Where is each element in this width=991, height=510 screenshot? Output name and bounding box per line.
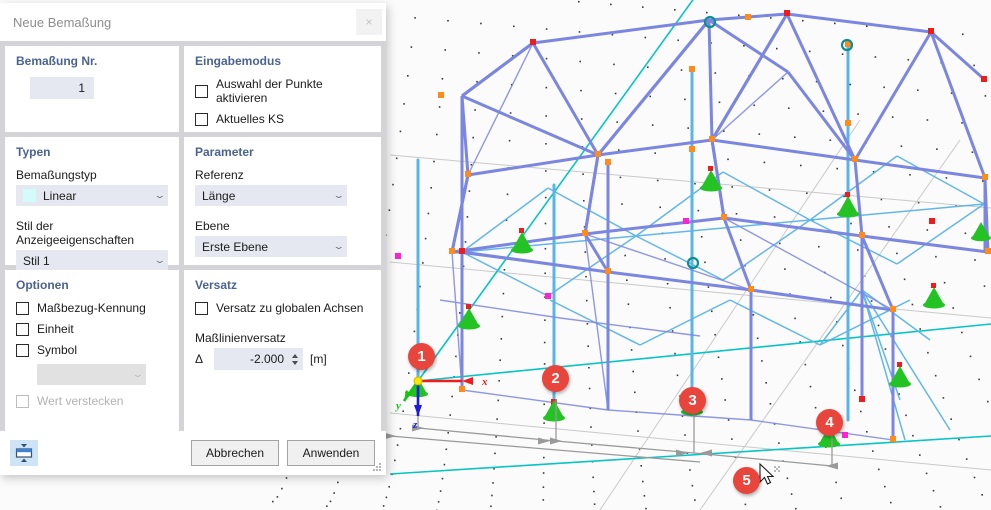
main-members <box>450 12 990 440</box>
resize-grip[interactable] <box>373 463 383 473</box>
style-value: Stil 1 <box>23 253 50 268</box>
chevron-down-icon: ⌄ <box>153 191 166 201</box>
dialog-content: Bemaßung Nr. 1 Eingabemodus Auswahl der … <box>0 41 386 431</box>
checkbox-box <box>16 322 29 336</box>
dimension-type-value: Linear <box>43 188 77 203</box>
plane-value: Erste Ebene <box>202 239 269 254</box>
group-types: Typen Bemaßungstyp Linear ⌄ Stil der Anz… <box>5 137 179 271</box>
dialog-title: Neue Bemaßung <box>13 14 112 30</box>
checkbox-label: Symbol <box>37 343 78 357</box>
step-marker-5[interactable]: 5 <box>733 467 760 494</box>
checkbox-label: Versatz zu globalen Achsen <box>216 301 364 315</box>
checkbox-label: Wert verstecken <box>37 394 124 408</box>
checkbox-hide-value: Wert verstecken <box>16 394 168 408</box>
checkbox-offset-to-global-axes[interactable]: Versatz zu globalen Achsen <box>195 301 370 315</box>
dimension-line-offset-row: Δ -2.000 [m] <box>195 348 370 370</box>
bracing-members <box>461 155 985 441</box>
group-title-types: Typen <box>16 145 51 159</box>
group-input-mode: Eingabemodus Auswahl der Punkte aktivier… <box>184 46 381 132</box>
display-properties-style-dropdown[interactable]: Stil 1 ⌄ <box>16 250 168 271</box>
chevron-down-icon: ⌄ <box>332 242 345 252</box>
checkbox-box <box>16 343 29 357</box>
group-title-parameters: Parameter <box>195 145 254 159</box>
label-display-properties-style: Stil der Anzeigeeigenschaften <box>16 219 135 247</box>
label-plane: Ebene <box>195 219 230 233</box>
axis-label-z: z <box>413 419 418 431</box>
offset-unit: [m] <box>310 352 327 366</box>
checkbox-box <box>16 394 29 408</box>
checkbox-label: Maßbezug-Kennung <box>37 301 146 315</box>
mouse-cursor <box>759 462 780 485</box>
checkbox-box <box>16 301 29 315</box>
step-marker-4[interactable]: 4 <box>816 409 843 436</box>
offset-value: -2.000 <box>249 352 284 366</box>
step-marker-3[interactable]: 3 <box>679 387 706 414</box>
columns <box>416 43 850 422</box>
chevron-down-icon: ⌄ <box>131 370 144 380</box>
spinner-arrows-icon[interactable] <box>290 348 303 370</box>
group-title-dimension-number: Bemaßung Nr. <box>16 54 98 68</box>
group-options: Optionen Maßbezug-Kennung Einheit Symbol <box>5 270 179 431</box>
checkbox-box <box>195 112 208 126</box>
dialog-footer: Abbrechen Anwenden <box>0 431 386 475</box>
apply-button[interactable]: Anwenden <box>287 440 375 466</box>
step-marker-2[interactable]: 2 <box>542 365 569 392</box>
label-dimension-line-offset: Maßlinienversatz <box>195 331 286 345</box>
checkbox-unit[interactable]: Einheit <box>16 322 168 336</box>
checkbox-label: Aktuelles KS <box>216 112 285 126</box>
row-options-offset: Optionen Maßbezug-Kennung Einheit Symbol <box>5 270 381 431</box>
row-types-parameters: Typen Bemaßungstyp Linear ⌄ Stil der Anz… <box>5 137 381 271</box>
checkbox-box <box>195 84 208 98</box>
group-title-options: Optionen <box>16 278 69 292</box>
checkbox-dimension-reference-id[interactable]: Maßbezug-Kennung <box>16 301 168 315</box>
checkbox-current-coordinate-system[interactable]: Aktuelles KS <box>195 112 370 126</box>
application-window: x y z 1 2 3 4 5 Neue Bemaßung × Bemaßung… <box>0 0 991 510</box>
label-reference: Referenz <box>195 168 244 182</box>
group-title-offset: Versatz <box>195 278 238 292</box>
group-offset: Versatz Versatz zu globalen Achsen Maßli… <box>184 270 381 431</box>
plane-dropdown[interactable]: Erste Ebene ⌄ <box>195 236 347 257</box>
axis-label-x: x <box>482 376 488 388</box>
new-dimension-dialog: Neue Bemaßung × Bemaßung Nr. 1 Eingabemo… <box>0 3 386 475</box>
group-title-input-mode: Eingabemodus <box>195 54 282 68</box>
label-dimension-type: Bemaßungstyp <box>16 168 97 182</box>
axis-label-y: y <box>396 400 401 412</box>
offset-spinbox[interactable]: -2.000 <box>214 348 303 370</box>
dimension-lines <box>389 386 833 467</box>
symbol-dropdown: ⌄ <box>37 364 146 385</box>
step-marker-1[interactable]: 1 <box>408 343 435 370</box>
dimension-snap-icon[interactable] <box>10 440 38 466</box>
delta-symbol: Δ <box>195 352 204 366</box>
reference-dropdown[interactable]: Länge ⌄ <box>195 185 347 206</box>
row-number-inputmode: Bemaßung Nr. 1 Eingabemodus Auswahl der … <box>5 46 381 132</box>
checkbox-label: Einheit <box>37 322 74 336</box>
chevron-down-icon: ⌄ <box>153 256 166 266</box>
checkbox-activate-point-selection[interactable]: Auswahl der Punkte aktivieren <box>195 77 370 105</box>
chevron-down-icon: ⌄ <box>332 191 345 201</box>
group-parameters: Parameter Referenz Länge ⌄ Ebene Erste E… <box>184 137 381 265</box>
checkbox-symbol[interactable]: Symbol <box>16 343 168 357</box>
color-swatch-linear <box>23 189 36 202</box>
cancel-button[interactable]: Abbrechen <box>191 440 279 466</box>
dimension-type-dropdown[interactable]: Linear ⌄ <box>16 185 168 206</box>
dialog-title-bar[interactable]: Neue Bemaßung × <box>0 3 386 41</box>
checkbox-box <box>195 301 208 315</box>
dimension-number-input[interactable]: 1 <box>30 77 94 99</box>
checkbox-label: Auswahl der Punkte aktivieren <box>216 77 323 105</box>
reference-value: Länge <box>202 188 236 203</box>
close-icon[interactable]: × <box>356 9 382 35</box>
group-dimension-number: Bemaßung Nr. 1 <box>5 46 179 132</box>
